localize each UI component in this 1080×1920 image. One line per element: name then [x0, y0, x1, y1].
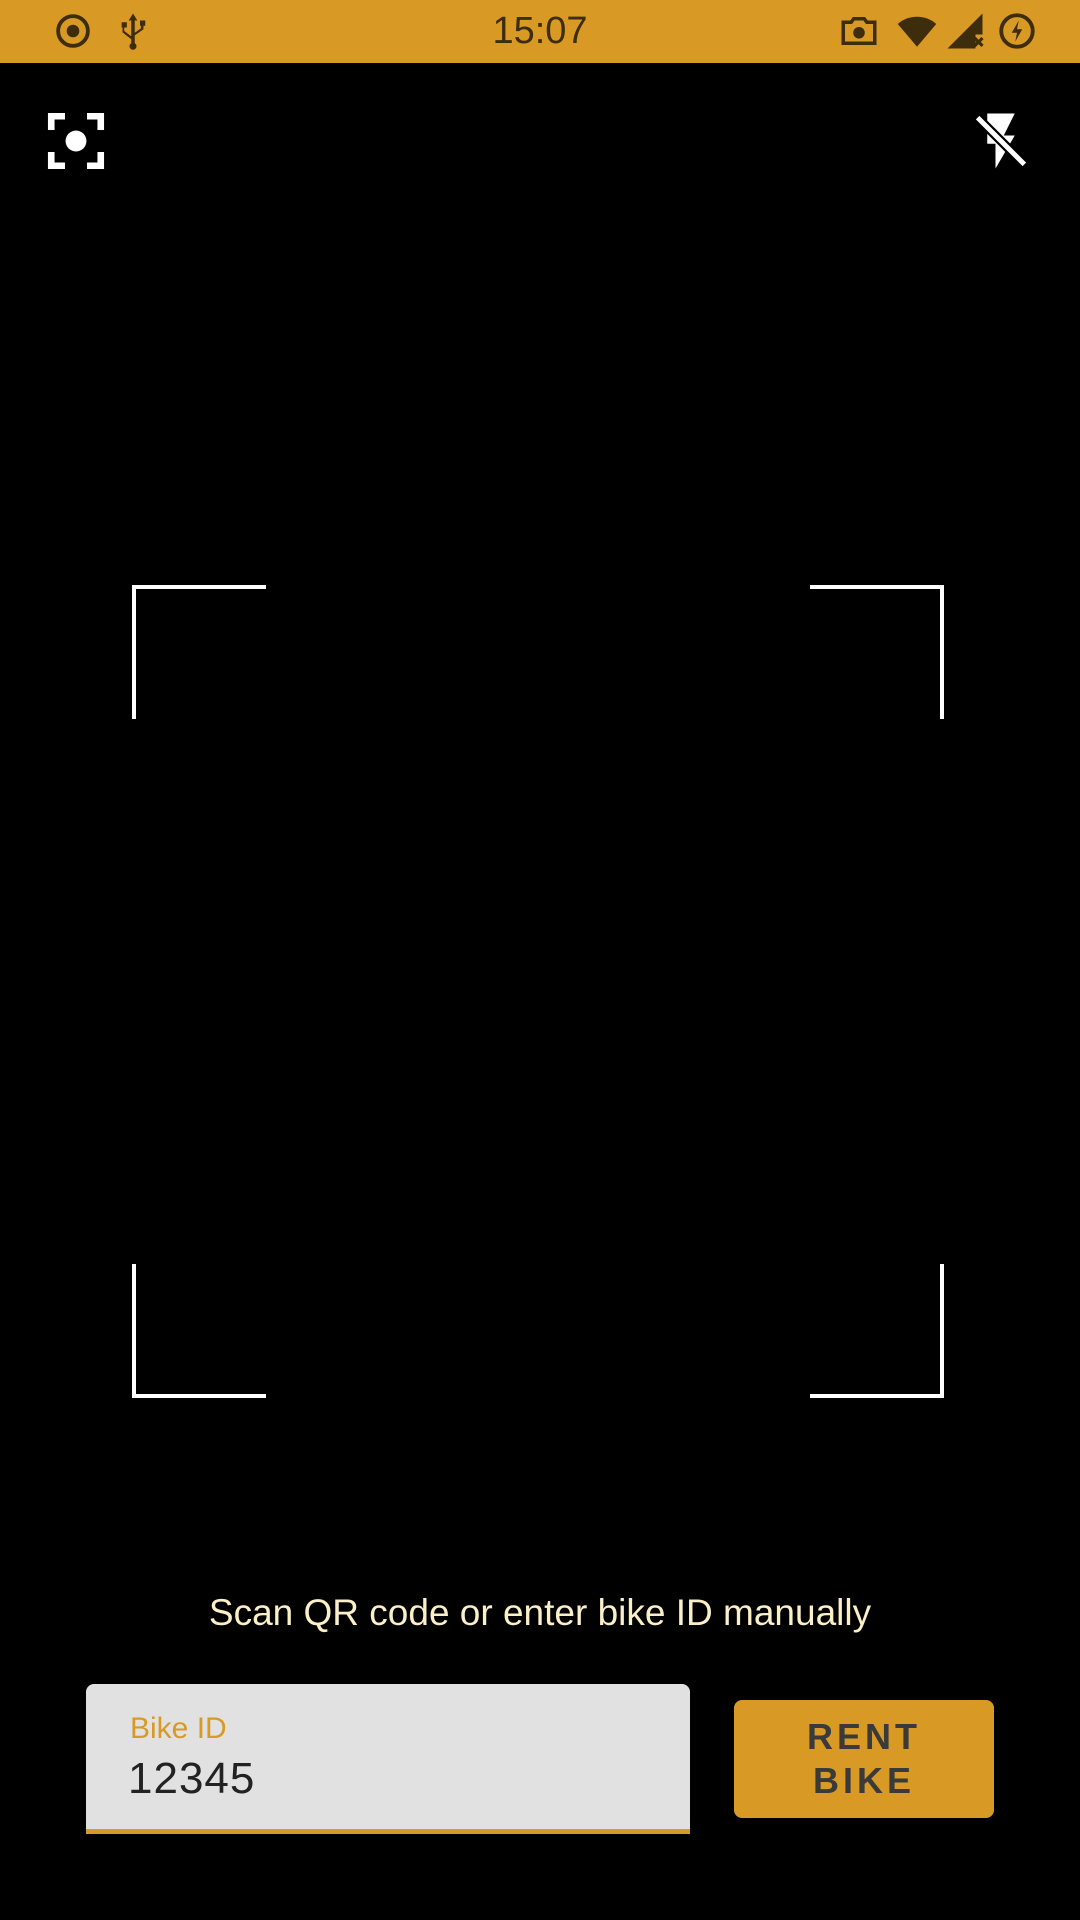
viewfinder-corner-top-right — [810, 585, 944, 719]
focus-center-icon[interactable] — [43, 108, 109, 174]
viewfinder-corner-bottom-left — [132, 1264, 266, 1398]
viewfinder-corner-bottom-right — [810, 1264, 944, 1398]
viewfinder-corner-top-left — [132, 585, 266, 719]
bike-id-input[interactable] — [128, 1754, 648, 1804]
cellular-no-signal-icon — [947, 13, 984, 49]
bike-id-label: Bike ID — [130, 1712, 227, 1745]
rent-bike-button[interactable]: RENT BIKE — [734, 1700, 994, 1818]
qr-scanner-screen: 15:07 Scan QR code or enter bike ID manu… — [0, 0, 1080, 1920]
flash-off-icon[interactable] — [968, 108, 1034, 174]
status-bar: 15:07 — [0, 0, 1080, 63]
camera-icon — [841, 17, 877, 45]
data-saver-icon — [999, 13, 1035, 49]
bike-id-field[interactable]: Bike ID — [86, 1684, 690, 1834]
wifi-icon — [897, 16, 937, 47]
scan-hint: Scan QR code or enter bike ID manually — [208, 1592, 872, 1633]
